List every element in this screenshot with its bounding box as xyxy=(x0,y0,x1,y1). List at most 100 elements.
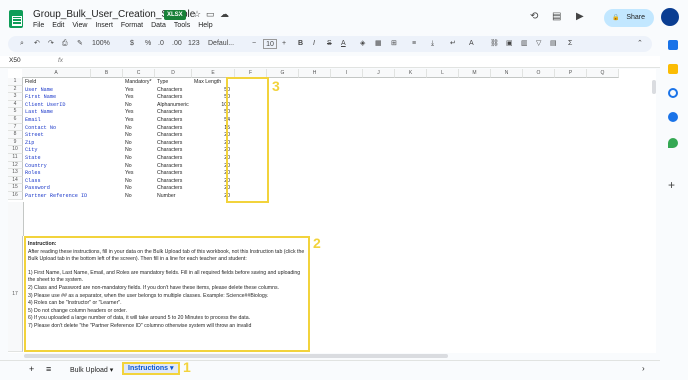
increase-decimal-button[interactable]: .00 xyxy=(172,36,182,52)
row-header-17[interactable]: 17 xyxy=(8,236,23,352)
column-header-k[interactable]: K xyxy=(395,69,427,78)
italic-icon[interactable]: I xyxy=(313,36,315,52)
add-addon-icon[interactable]: + xyxy=(668,178,675,192)
chart-icon[interactable]: ▥ xyxy=(521,36,528,52)
menu-edit[interactable]: Edit xyxy=(52,22,64,29)
row-header-10[interactable]: 10 xyxy=(8,146,23,154)
print-icon[interactable]: ⎙ xyxy=(62,36,68,52)
column-header-o[interactable]: O xyxy=(523,69,555,78)
column-header-a[interactable]: A xyxy=(22,69,91,78)
font-size-decrease-icon[interactable]: − xyxy=(252,36,256,52)
meet-icon[interactable]: ▶ xyxy=(576,11,584,22)
align-vertical-icon[interactable]: ⤓ xyxy=(431,36,434,52)
row-header-2[interactable]: 2 xyxy=(8,85,23,94)
merge-cells-icon[interactable]: ⊞ xyxy=(391,36,397,52)
column-header-q[interactable]: Q xyxy=(587,69,619,78)
row-header-6[interactable]: 6 xyxy=(8,116,23,124)
column-header-p[interactable]: P xyxy=(555,69,587,78)
column-header-j[interactable]: J xyxy=(363,69,395,78)
sheets-logo-icon[interactable] xyxy=(9,10,23,28)
row-header-13[interactable]: 13 xyxy=(8,169,23,177)
maps-icon[interactable] xyxy=(668,138,678,148)
filter-views-icon[interactable]: ▤ xyxy=(550,36,557,52)
column-header-d[interactable]: D xyxy=(155,69,192,78)
search-icon[interactable]: ⌕ xyxy=(20,36,24,52)
row-header-11[interactable]: 11 xyxy=(8,154,23,162)
text-color-icon[interactable]: A xyxy=(341,36,346,52)
bold-icon[interactable]: B xyxy=(298,36,303,52)
font-size-input[interactable]: 10 xyxy=(263,39,277,49)
fill-color-icon[interactable]: ◈ xyxy=(360,36,365,52)
formula-label: fx xyxy=(58,57,64,64)
tab-bulk-upload[interactable]: Bulk Upload ▾ xyxy=(70,366,113,374)
menu-format[interactable]: Format xyxy=(121,22,143,29)
column-header-m[interactable]: M xyxy=(459,69,491,78)
comments-icon[interactable]: ▤ xyxy=(552,11,561,22)
decrease-decimal-button[interactable]: .0 xyxy=(158,36,164,52)
row-header-9[interactable]: 9 xyxy=(8,138,23,147)
share-button[interactable]: Share xyxy=(604,9,654,27)
horizontal-scrollbar[interactable] xyxy=(24,354,448,358)
text-wrap-icon[interactable]: ↵ xyxy=(450,36,456,52)
menu-insert[interactable]: Insert xyxy=(95,22,113,29)
redo-icon[interactable]: ↷ xyxy=(48,36,54,52)
history-icon[interactable]: ⟲ xyxy=(530,11,538,22)
cloud-status-icon[interactable]: ☁ xyxy=(220,9,229,20)
add-sheet-button[interactable]: + xyxy=(29,364,34,374)
avatar[interactable] xyxy=(661,8,679,26)
column-header-c[interactable]: C xyxy=(123,69,155,78)
row-header-15[interactable]: 15 xyxy=(8,184,23,192)
paint-format-icon[interactable]: ✎ xyxy=(77,36,83,52)
row-header-12[interactable]: 12 xyxy=(8,161,23,170)
comment-icon[interactable]: ▣ xyxy=(506,36,513,52)
font-select[interactable]: Defaul... xyxy=(208,36,234,52)
column-header-n[interactable]: N xyxy=(491,69,523,78)
column-header-h[interactable]: H xyxy=(299,69,331,78)
collapse-toolbar-icon[interactable]: ⌃ xyxy=(637,36,643,52)
column-header-b[interactable]: B xyxy=(91,69,123,78)
row-header-4[interactable]: 4 xyxy=(8,100,23,109)
row-header-7[interactable]: 7 xyxy=(8,123,23,132)
menu-data[interactable]: Data xyxy=(151,22,166,29)
percent-button[interactable]: % xyxy=(145,36,151,52)
contacts-icon[interactable] xyxy=(668,112,678,122)
row-header-1[interactable]: 1 xyxy=(8,78,23,86)
row-header-8[interactable]: 8 xyxy=(8,131,23,139)
more-formats-button[interactable]: 123 xyxy=(188,36,200,52)
undo-icon[interactable]: ↶ xyxy=(34,36,40,52)
calendar-icon[interactable] xyxy=(668,40,678,50)
type-cell[interactable]: Number xyxy=(157,192,193,200)
instructions-line: 5) Do not change column headers or order… xyxy=(28,307,127,314)
menu-help[interactable]: Help xyxy=(198,22,212,29)
instructions-cell[interactable]: Instruction: After reading these instruct… xyxy=(24,236,310,352)
menu-tools[interactable]: Tools xyxy=(174,22,190,29)
move-folder-icon[interactable]: ▭ xyxy=(206,9,215,20)
row-header-14[interactable]: 14 xyxy=(8,176,23,185)
name-box[interactable]: X50 xyxy=(9,57,21,64)
filter-icon[interactable]: ▽ xyxy=(536,36,541,52)
currency-button[interactable]: $ xyxy=(130,36,134,52)
column-header-i[interactable]: I xyxy=(331,69,363,78)
row-header-5[interactable]: 5 xyxy=(8,108,23,116)
row-header-3[interactable]: 3 xyxy=(8,93,23,101)
align-horizontal-icon[interactable]: ≡ xyxy=(412,36,416,52)
zoom-select[interactable]: 100% xyxy=(92,36,110,52)
text-rotation-icon[interactable]: A xyxy=(469,36,474,52)
functions-icon[interactable]: Σ xyxy=(568,36,572,52)
menu-file[interactable]: File xyxy=(33,22,44,29)
tab-instructions[interactable]: Instructions ▾ xyxy=(122,362,180,375)
explore-icon[interactable]: › xyxy=(642,364,645,373)
link-icon[interactable]: ⛓ xyxy=(490,36,499,52)
tasks-icon[interactable] xyxy=(668,88,678,98)
vertical-scrollbar[interactable] xyxy=(652,80,656,94)
menu-view[interactable]: View xyxy=(72,22,87,29)
strikethrough-icon[interactable]: S xyxy=(327,36,332,52)
row-header-16[interactable]: 16 xyxy=(8,192,23,200)
borders-icon[interactable]: ▦ xyxy=(375,36,382,52)
font-size-increase-icon[interactable]: + xyxy=(282,36,286,52)
column-header-l[interactable]: L xyxy=(427,69,459,78)
star-icon[interactable]: ☆ xyxy=(193,9,201,20)
all-sheets-button[interactable]: ≡ xyxy=(46,364,51,374)
keep-icon[interactable] xyxy=(668,64,678,74)
column-header-g[interactable]: G xyxy=(267,69,299,78)
